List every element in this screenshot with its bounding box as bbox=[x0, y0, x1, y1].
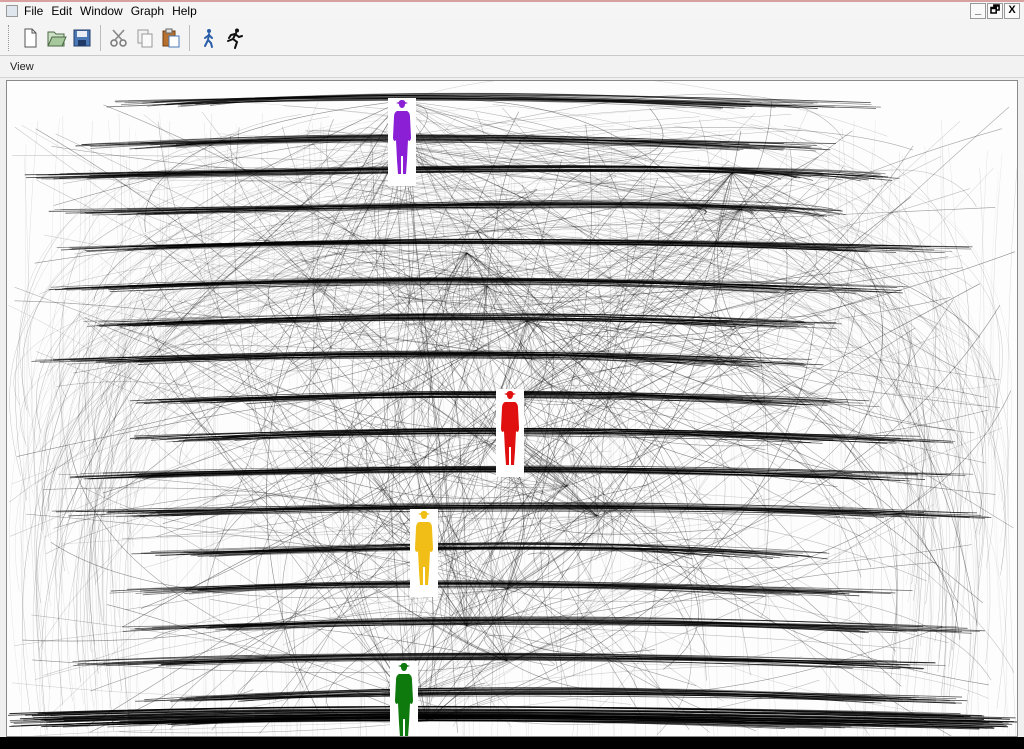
minimize-button[interactable]: _ bbox=[970, 3, 986, 19]
close-button[interactable]: X bbox=[1004, 3, 1020, 19]
graph-canvas[interactable] bbox=[6, 80, 1018, 737]
menu-help[interactable]: Help bbox=[172, 4, 203, 18]
red-person-node[interactable] bbox=[496, 389, 524, 477]
window-controls: _ 🗗 X bbox=[970, 3, 1020, 19]
purple-person-node[interactable] bbox=[388, 98, 416, 186]
new-icon bbox=[24, 28, 37, 47]
person-icon bbox=[388, 98, 416, 186]
menu-graph[interactable]: Graph bbox=[131, 4, 170, 18]
toolbar-grip[interactable] bbox=[8, 24, 12, 51]
green-person-node[interactable] bbox=[390, 661, 418, 736]
app-icon bbox=[6, 5, 18, 17]
menu-window[interactable]: Window bbox=[80, 4, 129, 18]
toolbar bbox=[0, 20, 1024, 56]
save-button[interactable] bbox=[69, 24, 95, 52]
save-icon bbox=[73, 29, 91, 46]
paste-button[interactable] bbox=[158, 24, 184, 52]
copy-icon bbox=[137, 29, 153, 47]
run-button[interactable] bbox=[221, 24, 247, 52]
run-icon bbox=[227, 28, 243, 49]
paste-icon bbox=[162, 28, 180, 47]
open-icon bbox=[47, 31, 67, 46]
person-icon bbox=[410, 509, 438, 597]
walk-button[interactable] bbox=[195, 24, 221, 52]
open-button[interactable] bbox=[43, 24, 69, 52]
person-icon bbox=[496, 389, 524, 477]
cut-icon bbox=[110, 28, 127, 47]
toolbar-separator bbox=[100, 24, 101, 51]
toolbar-separator bbox=[189, 24, 190, 51]
application-window: File Edit Window Graph Help _ 🗗 X View bbox=[0, 0, 1024, 737]
restore-button[interactable]: 🗗 bbox=[987, 3, 1003, 19]
new-button[interactable] bbox=[17, 24, 43, 52]
walk-icon bbox=[204, 28, 213, 48]
copy-button[interactable] bbox=[132, 24, 158, 52]
menu-edit[interactable]: Edit bbox=[51, 4, 78, 18]
cut-button[interactable] bbox=[106, 24, 132, 52]
yellow-person-node[interactable] bbox=[410, 509, 438, 597]
menu-file[interactable]: File bbox=[24, 4, 49, 18]
person-icon bbox=[390, 661, 418, 736]
menu-bar: File Edit Window Graph Help _ 🗗 X bbox=[0, 0, 1024, 20]
view-label: View bbox=[10, 61, 34, 73]
view-header: View bbox=[0, 56, 1024, 78]
